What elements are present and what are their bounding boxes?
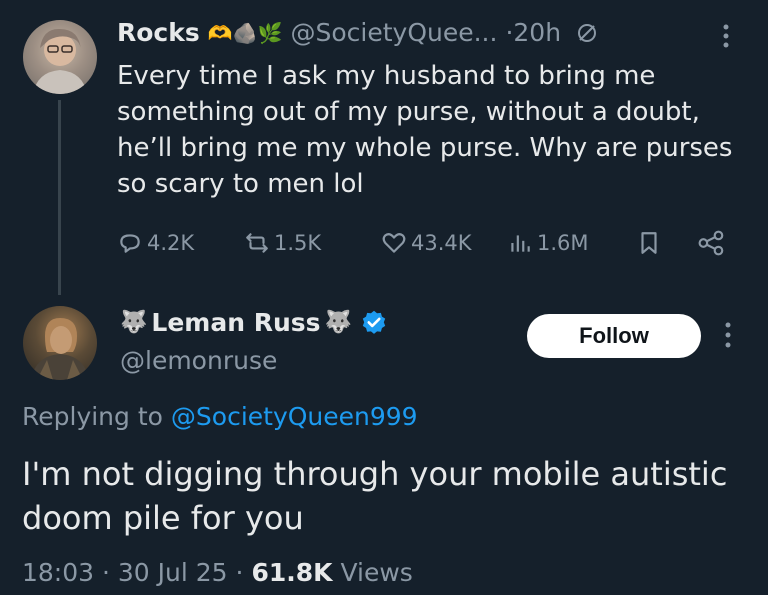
author-name-emoji: 🫶🪨🌿 — [207, 20, 283, 45]
reply-button[interactable]: 4.2K — [117, 230, 194, 256]
view-count: 61.8K — [251, 558, 333, 587]
bookmark-icon[interactable] — [636, 230, 662, 260]
replying-prefix: Replying to — [22, 402, 163, 431]
name-emoji-left: 🐺 — [120, 310, 148, 335]
tweet-text: Every time I ask my husband to bring me … — [117, 61, 733, 199]
thread-line — [58, 100, 61, 295]
reply-tweet-header: 🐺 Leman Russ 🐺 — [120, 308, 388, 337]
replying-to: Replying to @SocietyQueen999 — [22, 402, 418, 431]
bar-chart-icon — [507, 230, 533, 256]
views-count: 1.6M — [537, 231, 589, 255]
avatar[interactable] — [23, 20, 97, 94]
name-emoji-right: 🐺 — [324, 310, 352, 335]
heart-icon — [381, 230, 407, 256]
like-button[interactable]: 43.4K — [381, 230, 472, 256]
author-name[interactable]: Rocks — [117, 18, 200, 47]
tweet-meta: 18:03 · 30 Jul 25 · 61.8K Views — [22, 558, 413, 587]
author-handle[interactable]: @SocietyQuee... — [290, 18, 497, 47]
tweet-date[interactable]: 30 Jul 25 — [118, 558, 228, 587]
more-options-icon[interactable] — [718, 320, 738, 354]
repost-icon — [244, 230, 270, 256]
more-options-icon[interactable] — [716, 22, 736, 54]
replying-to-link[interactable]: @SocietyQueen999 — [171, 402, 418, 431]
reply-icon — [117, 230, 143, 256]
author-handle[interactable]: @lemonruse — [120, 346, 277, 375]
share-icon[interactable] — [698, 230, 726, 260]
tweet-time[interactable]: 18:03 — [22, 558, 94, 587]
parent-tweet-header: Rocks 🫶🪨🌿 @SocietyQuee... ·20h — [117, 18, 599, 47]
repost-button[interactable]: 1.5K — [244, 230, 321, 256]
tweet-text: I'm not digging through your mobile auti… — [22, 455, 728, 537]
views-button[interactable]: 1.6M — [507, 230, 589, 256]
grok-icon[interactable] — [575, 21, 599, 45]
avatar[interactable] — [23, 306, 97, 380]
tweet-time[interactable]: ·20h — [505, 18, 561, 47]
reply-count: 4.2K — [147, 231, 195, 255]
follow-button[interactable]: Follow — [527, 314, 701, 358]
like-count: 43.4K — [411, 231, 472, 255]
views-label: Views — [340, 558, 413, 587]
author-name[interactable]: Leman Russ — [151, 308, 320, 337]
verified-badge-icon — [360, 309, 388, 337]
repost-count: 1.5K — [274, 231, 322, 255]
